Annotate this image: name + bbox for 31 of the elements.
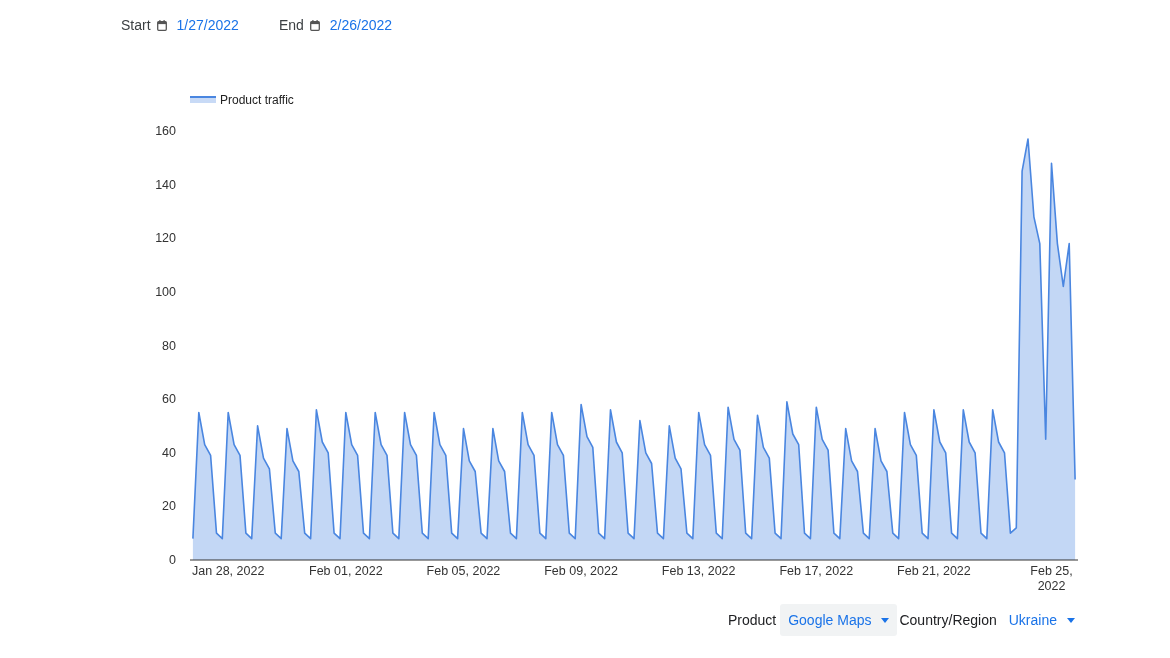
legend-label: Product traffic bbox=[220, 93, 294, 107]
date-label: End bbox=[278, 17, 304, 33]
y-axis-label: 100 bbox=[155, 284, 176, 299]
filter-dropdown[interactable]: Google Maps bbox=[780, 604, 898, 636]
legend-swatch-icon bbox=[190, 96, 216, 103]
filter-label: Country/Region bbox=[899, 612, 997, 628]
x-axis-label: Feb 25, 2022 bbox=[1030, 564, 1073, 593]
filter-label: Product bbox=[727, 612, 777, 628]
y-axis-label: 0 bbox=[169, 553, 176, 567]
calendar-icon bbox=[156, 19, 167, 31]
x-axis-label: Feb 01, 2022 bbox=[309, 564, 383, 578]
calendar-icon bbox=[309, 19, 320, 31]
x-axis-label: Feb 21, 2022 bbox=[897, 564, 971, 578]
x-axis-label: Feb 13, 2022 bbox=[661, 564, 736, 578]
y-axis-label: 40 bbox=[162, 445, 176, 460]
x-axis-label: Feb 17, 2022 bbox=[779, 564, 854, 578]
date-picker[interactable]: 2/26/2022 bbox=[329, 17, 393, 33]
date-picker[interactable]: 1/27/2022 bbox=[176, 17, 239, 33]
y-axis-label: 140 bbox=[155, 177, 176, 192]
caret-icon bbox=[1067, 617, 1075, 623]
y-axis-label: 120 bbox=[155, 231, 176, 246]
y-axis-label: 80 bbox=[162, 338, 176, 353]
date-label: Start bbox=[121, 17, 151, 33]
filter-dropdown[interactable]: Ukraine bbox=[1000, 604, 1083, 636]
y-axis-label: 60 bbox=[162, 392, 176, 407]
x-axis-label: Feb 09, 2022 bbox=[544, 564, 618, 578]
y-axis-label: 160 bbox=[155, 124, 176, 138]
x-axis-label: Feb 05, 2022 bbox=[426, 564, 501, 578]
caret-icon bbox=[881, 617, 890, 623]
y-axis-label: 20 bbox=[162, 499, 176, 514]
x-axis-label: Jan 28, 2022 bbox=[192, 564, 265, 578]
